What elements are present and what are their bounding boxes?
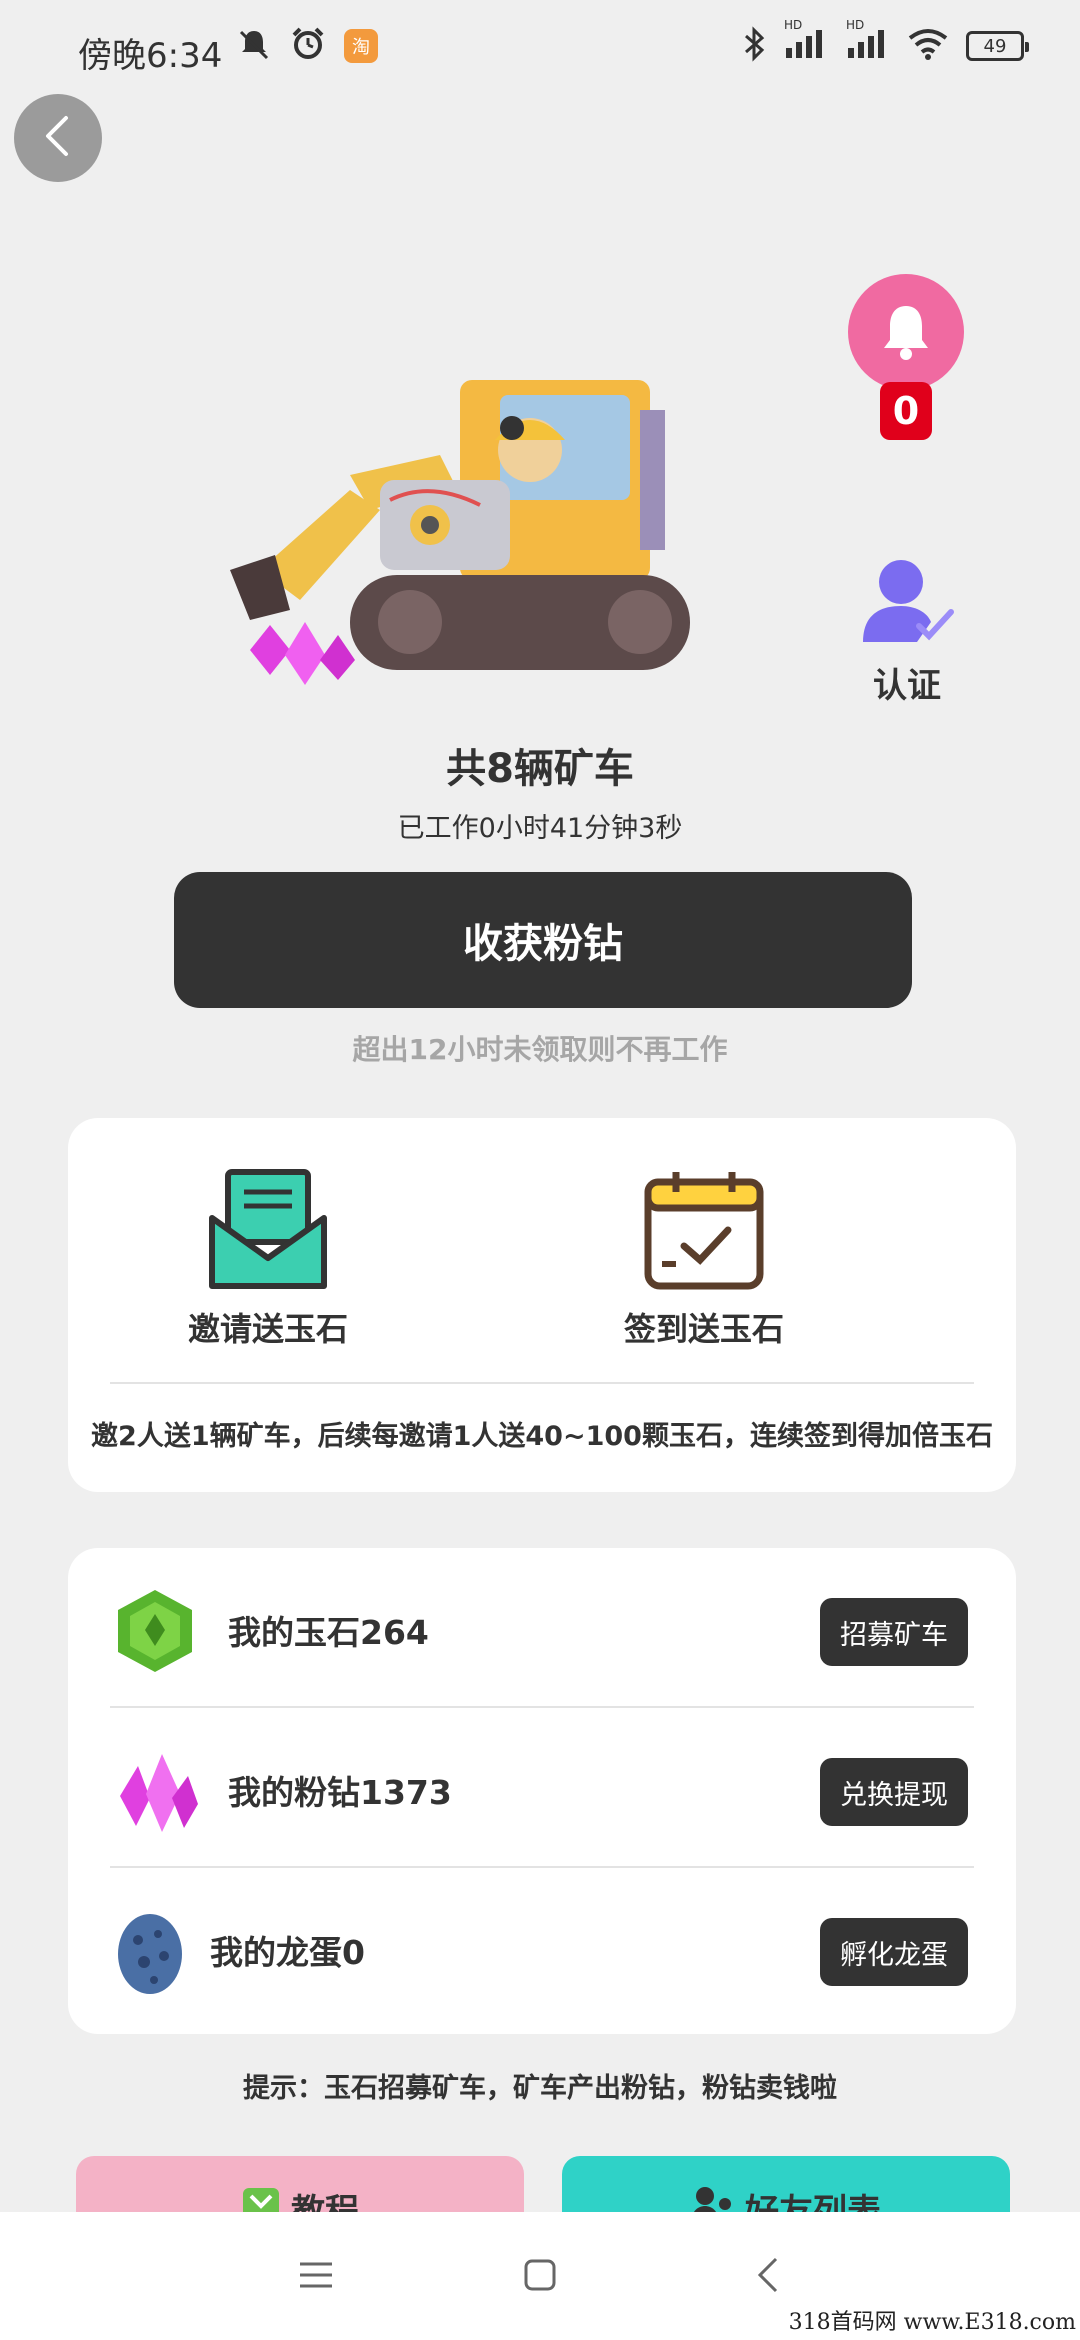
pink-diamond-icon	[110, 1746, 200, 1836]
bluetooth-icon	[742, 26, 766, 66]
menu-icon	[298, 2260, 334, 2294]
hatch-egg-button[interactable]: 孵化龙蛋	[820, 1918, 968, 1986]
diamond-label: 我的粉钻1373	[228, 1773, 452, 1812]
recruit-cart-button[interactable]: 招募矿车	[820, 1598, 968, 1666]
calendar-check-icon	[642, 1172, 766, 1296]
divider	[110, 1382, 974, 1384]
user-check-icon	[857, 560, 957, 652]
harvest-button[interactable]: 收获粉钻	[174, 872, 912, 1008]
notification-count-badge: 0	[880, 382, 932, 440]
mute-icon	[236, 26, 272, 66]
battery-icon: 49	[966, 31, 1029, 61]
assets-card: 我的玉石264 招募矿车 我的粉钻1373 兑换提现 我的龙蛋0 孵化龙蛋	[68, 1548, 1016, 2034]
signal-icon-2: HD	[846, 18, 890, 66]
egg-label: 我的龙蛋0	[210, 1933, 365, 1972]
exchange-withdraw-button[interactable]: 兑换提现	[820, 1758, 968, 1826]
back-nav-button[interactable]	[738, 2252, 798, 2302]
invite-label: 邀请送玉石	[187, 1310, 348, 1348]
jade-icon	[110, 1586, 200, 1676]
alarm-icon	[290, 26, 326, 66]
home-nav-button[interactable]	[510, 2252, 570, 2302]
asset-row-diamond: 我的粉钻1373 兑换提现	[68, 1708, 1016, 1868]
taobao-icon: 淘	[344, 29, 378, 63]
verify-button[interactable]: 认证	[852, 552, 962, 707]
verify-label: 认证	[873, 666, 941, 706]
asset-row-jade: 我的玉石264 招募矿车	[68, 1548, 1016, 1708]
watermark: 318首码网 www.E318.com	[788, 2310, 1076, 2335]
excavator-illustration	[230, 360, 750, 710]
menu-nav-button[interactable]	[286, 2252, 346, 2302]
signin-feature[interactable]: 签到送玉石	[604, 1168, 804, 1350]
asset-row-egg: 我的龙蛋0 孵化龙蛋	[68, 1868, 1016, 2028]
back-button[interactable]	[14, 94, 102, 182]
promo-text: 邀2人送1辆矿车，后续每邀请1人送40~100颗玉石，连续签到得加倍玉石	[91, 1421, 993, 1452]
status-time: 傍晚6:34	[78, 36, 223, 76]
rewards-card: 邀请送玉石 签到送玉石 邀2人送1辆矿车，后续每邀请1人送40~100颗玉石，连…	[68, 1118, 1016, 1492]
work-time-text: 已工作0小时41分钟3秒	[397, 813, 683, 844]
square-icon	[523, 2258, 557, 2296]
chevron-left-icon	[38, 114, 78, 162]
signin-label: 签到送玉石	[623, 1310, 784, 1348]
jade-label: 我的玉石264	[228, 1613, 429, 1652]
wifi-icon	[908, 26, 948, 66]
system-nav-bar: 318首码网 www.E318.com	[0, 2212, 1080, 2340]
warning-text: 超出12小时未领取则不再工作	[352, 1033, 728, 1066]
mine-cart-count: 共8辆矿车	[446, 746, 634, 792]
notification-button[interactable]: 0	[848, 274, 964, 440]
chevron-left-icon	[756, 2257, 780, 2297]
invite-feature[interactable]: 邀请送玉石	[118, 1168, 418, 1350]
dragon-egg-icon	[114, 1906, 186, 1996]
tip-text: 提示：玉石招募矿车，矿车产出粉钻，粉钻卖钱啦	[243, 2073, 837, 2104]
envelope-icon	[206, 1169, 330, 1296]
bell-icon	[848, 274, 964, 390]
status-bar: 傍晚6:34 淘 HD HD 49	[0, 0, 1080, 100]
signal-icon-1: HD	[784, 18, 828, 66]
